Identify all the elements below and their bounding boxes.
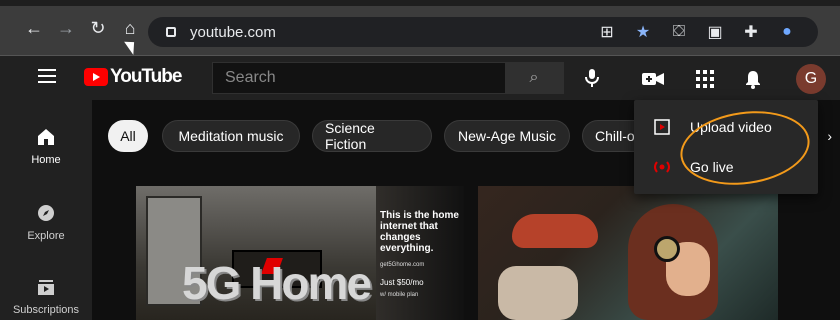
extension-dropbox-icon[interactable]: ⛋ [670, 23, 688, 41]
chip-label: Chill-o [595, 128, 635, 144]
thumbnail-cat [498, 266, 578, 320]
thumbnail-ad-url: get5Ghome.com [380, 262, 425, 268]
bell-icon [746, 71, 760, 89]
notifications-button[interactable] [742, 68, 764, 90]
home-icon [37, 128, 55, 146]
sidebar-item-explore[interactable]: Explore [0, 204, 92, 242]
search-box: ⌕ [212, 62, 564, 94]
address-bar-actions: ⊞ ★ ⛋ ▣ ✚ ● [598, 17, 796, 47]
sidebar-item-label: Subscriptions [12, 304, 80, 316]
chip-new-age-music[interactable]: New-Age Music [444, 120, 570, 152]
lock-icon [166, 27, 176, 37]
chip-label: Science Fiction [325, 120, 375, 152]
chip-label: All [120, 128, 136, 144]
home-icon: ⌂ [124, 17, 136, 38]
address-url[interactable]: youtube.com [190, 24, 276, 41]
youtube-play-icon [84, 68, 108, 86]
chip-science-fiction[interactable]: Science Fiction [312, 120, 432, 152]
chip-meditation-music[interactable]: Meditation music [162, 120, 300, 152]
upload-video-icon [652, 117, 672, 137]
reload-icon: ↻ [90, 17, 106, 38]
forward-button[interactable]: → [52, 14, 80, 42]
video-camera-plus-icon [642, 73, 664, 85]
arrow-left-icon: ← [25, 17, 43, 38]
menu-hamburger-icon[interactable] [38, 69, 56, 83]
sidebar: Home Explore Subscriptions [0, 100, 92, 320]
youtube-logo-text: YouTube [110, 66, 182, 87]
profile-globe-icon[interactable]: ● [778, 23, 796, 41]
avatar-letter: G [804, 70, 818, 87]
subscriptions-icon [37, 278, 55, 296]
reload-button[interactable]: ↻ [84, 14, 112, 42]
voice-search-button[interactable] [582, 68, 602, 88]
youtube-header: YouTube ⌕ [0, 56, 840, 100]
arrow-right-icon: → [57, 17, 75, 38]
search-icon: ⌕ [529, 69, 539, 86]
thumbnail-ad-copy: This is the home internet that changes e… [380, 210, 464, 301]
chevron-right-icon[interactable]: › [827, 128, 832, 144]
microphone-icon [585, 69, 599, 87]
thumbnail-ad-price: Just $50/mo [380, 278, 424, 287]
address-bar[interactable]: youtube.com ⊞ ★ ⛋ ▣ ✚ ● [148, 17, 818, 47]
thumbnail-ad-title: This is the home internet that changes e… [380, 210, 459, 254]
sidebar-item-subscriptions[interactable]: Subscriptions [0, 278, 92, 316]
compass-icon [37, 204, 55, 222]
thumbnail-5g-home-text: 5G Home [182, 257, 372, 309]
sidebar-item-label: Home [31, 154, 61, 166]
bookmark-star-icon[interactable]: ★ [634, 23, 652, 41]
extensions-puzzle-icon[interactable]: ✚ [742, 23, 760, 41]
back-button[interactable]: ← [20, 14, 48, 42]
account-avatar[interactable]: G [796, 64, 826, 94]
live-broadcast-icon [652, 157, 672, 177]
browser-tabstrip [0, 0, 840, 6]
thumbnail-lamp [512, 214, 598, 248]
thumbnail-headphones [654, 236, 680, 262]
sidebar-item-home[interactable]: Home [0, 128, 92, 166]
create-button[interactable] [642, 68, 664, 90]
apps-button[interactable] [694, 68, 716, 90]
chip-label: Meditation music [178, 128, 284, 144]
apps-grid-icon [696, 70, 714, 88]
search-button[interactable]: ⌕ [505, 63, 563, 93]
video-thumbnail[interactable]: 5G Home This is the home internet that c… [136, 186, 464, 320]
chip-label: New-Age Music [457, 128, 557, 144]
install-app-icon[interactable]: ⊞ [598, 23, 616, 41]
video-thumbnail[interactable] [478, 186, 778, 320]
thumbnail-ad-small: w/ mobile plan [380, 292, 419, 298]
browser-chrome: ← → ↻ ⌂ youtube.com ⊞ ★ ⛋ ▣ ✚ ● [0, 0, 840, 56]
chip-all[interactable]: All [108, 120, 148, 152]
youtube-logo[interactable]: YouTube [84, 66, 182, 88]
search-input[interactable] [213, 63, 505, 93]
sidebar-item-label: Explore [27, 230, 65, 242]
extension-window-icon[interactable]: ▣ [706, 23, 724, 41]
